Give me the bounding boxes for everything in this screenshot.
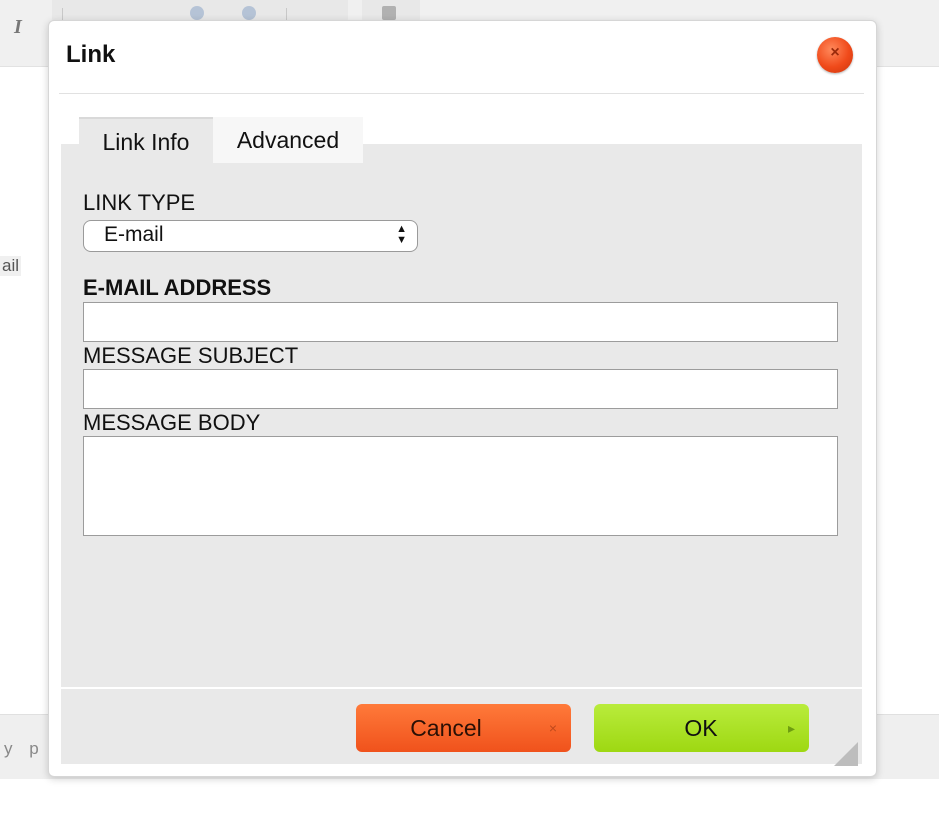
message-body-label: MESSAGE BODY [83, 410, 261, 435]
unlink-icon[interactable] [242, 6, 256, 20]
message-subject-label: MESSAGE SUBJECT [83, 343, 299, 368]
email-address-field[interactable] [83, 302, 838, 342]
message-subject-field[interactable] [83, 369, 838, 409]
cancel-label: Cancel [410, 715, 482, 741]
ok-arrow-icon: ▸ [787, 720, 795, 736]
close-button[interactable]: × [817, 37, 853, 73]
link-icon[interactable] [190, 6, 204, 20]
link-type-value: E-mail [104, 223, 164, 246]
email-address-label: E-MAIL ADDRESS [83, 275, 272, 300]
status-text: y p [4, 739, 45, 758]
editor-text-fragment: ail [0, 256, 22, 276]
select-arrows-icon: ▲ ▼ [396, 223, 407, 246]
close-icon: × [830, 44, 840, 61]
link-type-select[interactable]: E-mail ▲ ▼ [83, 220, 418, 252]
tab-link-info[interactable]: Link Info [79, 117, 213, 165]
link-dialog: Link × Link Info Advanced LINK TYPE E-ma… [48, 20, 877, 777]
message-body-field[interactable] [83, 436, 838, 536]
cancel-x-icon: × [548, 720, 557, 736]
ok-button[interactable]: OK ▸ [594, 704, 809, 752]
link-type-label: LINK TYPE [83, 190, 196, 215]
tab-advanced[interactable]: Advanced [213, 117, 363, 163]
resize-handle[interactable] [834, 742, 858, 766]
cancel-button[interactable]: Cancel × [356, 704, 571, 752]
ok-label: OK [684, 715, 718, 741]
title-divider [59, 93, 864, 94]
document-icon[interactable] [382, 6, 396, 20]
italic-button[interactable]: I [14, 16, 22, 39]
dialog-title: Link [66, 41, 116, 68]
